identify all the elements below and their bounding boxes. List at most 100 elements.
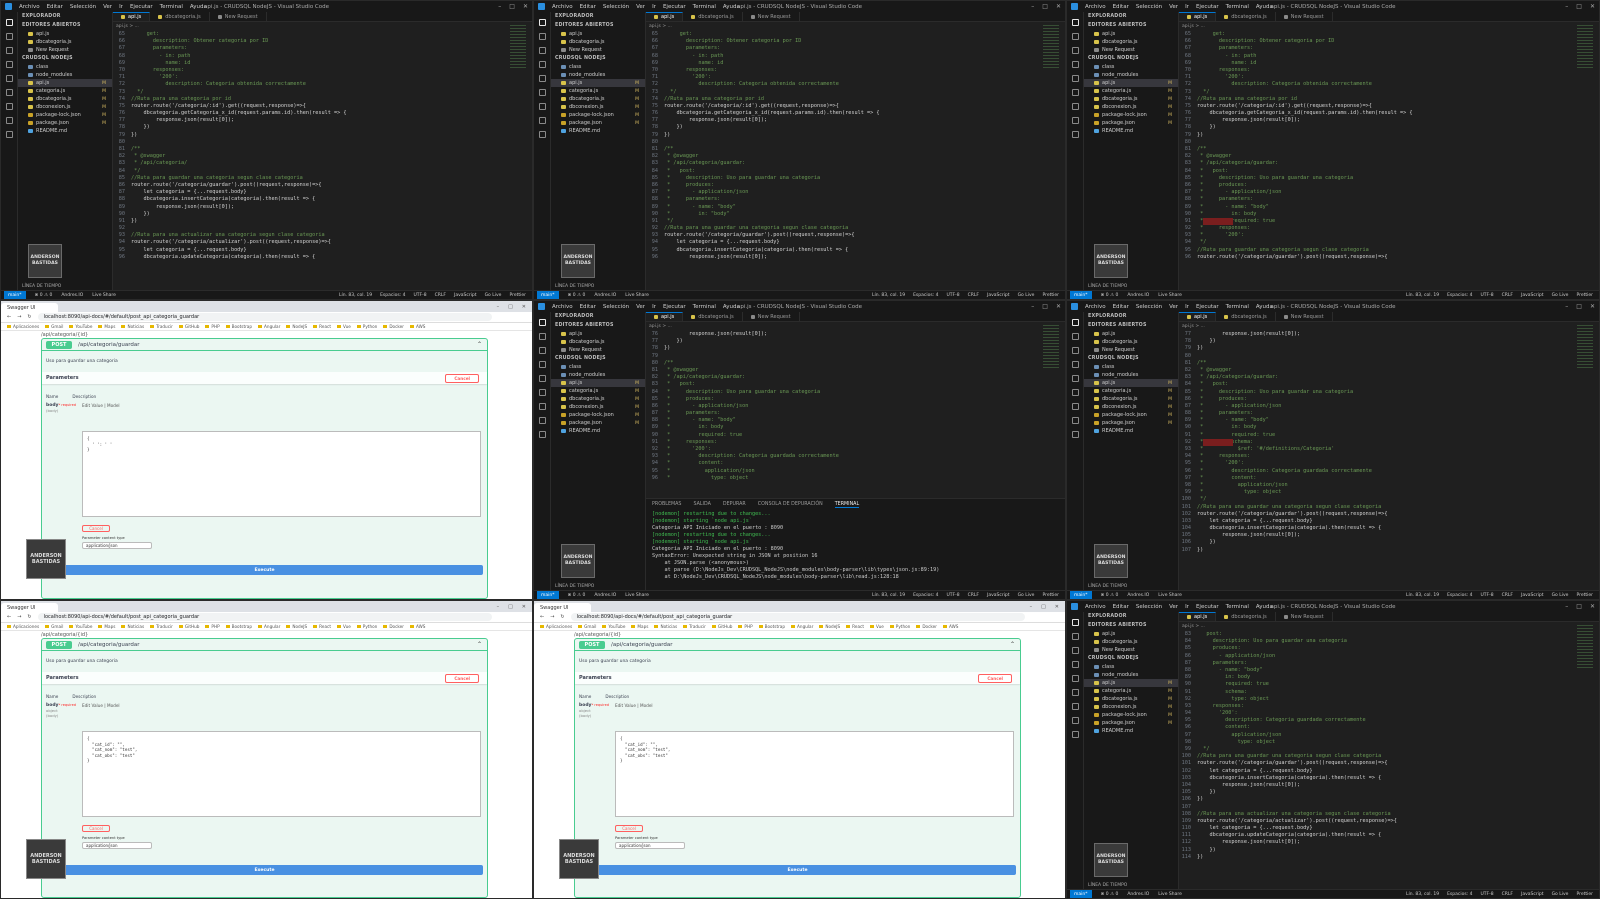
tree-item[interactable]: api.js M: [18, 79, 112, 87]
timeline-header[interactable]: LÍNEA DE TIEMPO: [22, 284, 61, 289]
bookmark[interactable]: AWS: [410, 624, 425, 629]
minimize-icon[interactable]: –: [1030, 604, 1033, 610]
live-share-button[interactable]: Live Share: [92, 293, 116, 298]
status-enc[interactable]: UTF-8: [947, 293, 960, 298]
extensions-icon[interactable]: [538, 75, 546, 82]
timeline-header[interactable]: LÍNEA DE TIEMPO: [1088, 883, 1127, 888]
minimize-icon[interactable]: –: [498, 3, 501, 10]
open-editor-item[interactable]: api.js: [18, 30, 112, 38]
status-eol[interactable]: CRLF: [435, 293, 446, 298]
status-eol[interactable]: CRLF: [1502, 892, 1513, 897]
search-icon[interactable]: [1071, 333, 1079, 340]
run-debug-icon[interactable]: [1071, 661, 1079, 668]
close-icon[interactable]: ✕: [1056, 3, 1061, 10]
status-prettier[interactable]: Prettier: [1576, 892, 1593, 897]
menu-item[interactable]: Selección: [603, 4, 629, 10]
bookmark[interactable]: Maps: [98, 324, 115, 329]
docker-icon[interactable]: [1071, 417, 1079, 424]
tree-item[interactable]: class: [1084, 63, 1178, 71]
tree-item[interactable]: dbconexion.js M: [551, 403, 645, 411]
problems-indicator[interactable]: ⊗ 0 ⚠ 0: [1101, 593, 1119, 598]
address-bar[interactable]: localhost:8090/api-docs/#/default/post_a…: [570, 613, 1025, 621]
editor-tab[interactable]: api.js: [1179, 312, 1217, 321]
remote-icon[interactable]: [1071, 689, 1079, 696]
status-spaces[interactable]: Espacios: 4: [1447, 293, 1472, 298]
tree-item[interactable]: dbcategoria.js M: [551, 95, 645, 103]
tree-item[interactable]: dbcategoria.js M: [1084, 695, 1178, 703]
tree-item[interactable]: package.json M: [551, 419, 645, 427]
back-icon[interactable]: ←: [540, 614, 544, 620]
status-spaces[interactable]: Espacios: 4: [1447, 892, 1472, 897]
tree-item[interactable]: package-lock.json M: [18, 111, 112, 119]
bookmark[interactable]: Vue: [870, 624, 884, 629]
branch-indicator[interactable]: main*: [537, 290, 559, 299]
status-pos[interactable]: Lín. 83, col. 19: [1406, 892, 1439, 897]
docker-icon[interactable]: [5, 117, 13, 124]
bookmark[interactable]: Aplicaciones: [7, 624, 39, 629]
remote-icon[interactable]: [1071, 89, 1079, 96]
bookmark[interactable]: Aplicaciones: [7, 324, 39, 329]
bookmark[interactable]: YouTube: [69, 324, 92, 329]
menu-item[interactable]: Terminal: [1226, 304, 1249, 310]
menu-item[interactable]: Archivo: [1085, 4, 1106, 10]
open-editor-item[interactable]: New Request: [1084, 646, 1178, 654]
content-type-select[interactable]: application/json: [615, 842, 685, 849]
maximize-icon[interactable]: □: [1576, 603, 1582, 610]
tree-item[interactable]: package-lock.json M: [1084, 711, 1178, 719]
account-indicator[interactable]: Andres.IO: [594, 293, 616, 298]
tree-item[interactable]: class: [551, 363, 645, 371]
tree-item[interactable]: README.md: [551, 127, 645, 135]
docker-icon[interactable]: [538, 417, 546, 424]
menu-item[interactable]: Ir: [652, 4, 656, 10]
bookmark[interactable]: Gmail: [45, 624, 63, 629]
tree-item[interactable]: api.js M: [551, 79, 645, 87]
status-pos[interactable]: Lín. 83, col. 19: [872, 293, 905, 298]
tree-item[interactable]: api.js M: [551, 379, 645, 387]
bookmark[interactable]: Traducir: [683, 624, 706, 629]
remote-icon[interactable]: [1071, 389, 1079, 396]
editor-tab[interactable]: New Request: [210, 12, 267, 21]
cancel-button[interactable]: Cancel: [445, 673, 479, 683]
maximize-icon[interactable]: □: [1042, 303, 1048, 310]
remote-icon[interactable]: [538, 89, 546, 96]
source-control-icon[interactable]: [1071, 47, 1079, 54]
open-editor-item[interactable]: dbcategoria.js: [551, 38, 645, 46]
tree-item[interactable]: api.js M: [1084, 79, 1178, 87]
minimap[interactable]: [1043, 325, 1059, 370]
tree-item[interactable]: categoria.js M: [1084, 387, 1178, 395]
problems-indicator[interactable]: ⊗ 0 ⚠ 0: [1101, 892, 1119, 897]
menu-item[interactable]: Ejecutar: [1196, 4, 1219, 10]
extensions-icon[interactable]: [5, 75, 13, 82]
menu-item[interactable]: Archivo: [1085, 604, 1106, 610]
bookmark[interactable]: Aplicaciones: [540, 624, 572, 629]
breadcrumb[interactable]: api.js > ...: [1182, 24, 1205, 29]
branch-indicator[interactable]: main*: [1070, 290, 1092, 299]
docker-icon[interactable]: [538, 117, 546, 124]
bookmark[interactable]: React: [846, 624, 864, 629]
status-eol[interactable]: CRLF: [1502, 293, 1513, 298]
tree-item[interactable]: package-lock.json M: [551, 411, 645, 419]
tree-item[interactable]: categoria.js M: [551, 87, 645, 95]
tree-item[interactable]: dbcategoria.js M: [18, 95, 112, 103]
maximize-icon[interactable]: □: [1576, 3, 1582, 10]
editor-tab[interactable]: New Request: [1276, 312, 1333, 321]
minimap[interactable]: [1577, 25, 1593, 70]
bookmark[interactable]: React: [313, 324, 331, 329]
tree-item[interactable]: package-lock.json M: [1084, 411, 1178, 419]
status-enc[interactable]: UTF-8: [1481, 892, 1494, 897]
problems-indicator[interactable]: ⊗ 0 ⚠ 0: [568, 593, 586, 598]
browser-tab[interactable]: Swagger UI: [534, 603, 591, 612]
tree-item[interactable]: categoria.js M: [18, 87, 112, 95]
bookmark[interactable]: Python: [357, 624, 378, 629]
status-pos[interactable]: Lín. 83, col. 19: [339, 293, 372, 298]
source-control-icon[interactable]: [5, 47, 13, 54]
menu-item[interactable]: Archivo: [552, 304, 573, 310]
search-icon[interactable]: [538, 33, 546, 40]
run-debug-icon[interactable]: [1071, 61, 1079, 68]
tree-item[interactable]: api.js M: [1084, 679, 1178, 687]
status-spaces[interactable]: Espacios: 4: [1447, 593, 1472, 598]
status-eol[interactable]: CRLF: [968, 593, 979, 598]
open-editors-header[interactable]: EDITORES ABIERTOS: [1084, 21, 1178, 30]
editor-tab[interactable]: dbcategoria.js: [1216, 612, 1276, 621]
open-editor-item[interactable]: api.js: [1084, 330, 1178, 338]
